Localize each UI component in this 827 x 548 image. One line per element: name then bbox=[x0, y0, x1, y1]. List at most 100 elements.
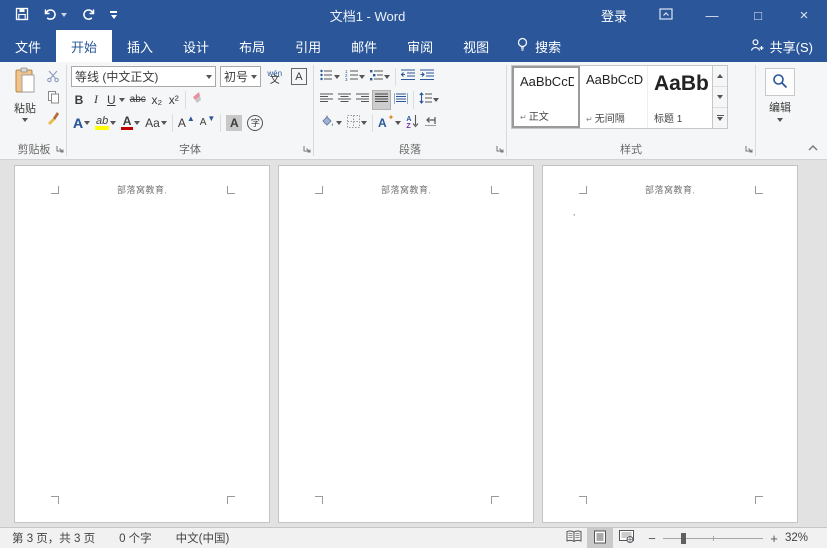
editing-group-button-label[interactable]: 编辑 bbox=[769, 99, 791, 115]
zoom-out-button[interactable]: − bbox=[647, 531, 657, 546]
read-mode-button[interactable] bbox=[561, 528, 587, 548]
justify-button[interactable] bbox=[372, 90, 391, 110]
italic-button[interactable]: I bbox=[88, 90, 104, 110]
underline-button[interactable]: U bbox=[105, 90, 127, 110]
format-painter-button[interactable] bbox=[44, 110, 62, 128]
tab-review[interactable]: 审阅 bbox=[392, 30, 448, 62]
web-layout-button[interactable] bbox=[613, 528, 639, 548]
shrink-font-button[interactable]: A▼ bbox=[198, 113, 218, 133]
tab-insert[interactable]: 插入 bbox=[112, 30, 168, 62]
tell-me-search[interactable]: 搜索 bbox=[504, 30, 573, 62]
font-dialog-launcher[interactable] bbox=[303, 142, 311, 156]
style-no-spacing[interactable]: AaBbCcDd ↵无间隔 bbox=[580, 66, 648, 128]
font-name-combo[interactable]: 等线 (中文正文) bbox=[71, 66, 216, 87]
grow-font-button[interactable]: A▲ bbox=[176, 113, 197, 133]
font-color-dropdown-arrow-icon[interactable] bbox=[134, 121, 140, 125]
clear-formatting-button[interactable] bbox=[189, 90, 209, 110]
styles-scroll-down-button[interactable] bbox=[713, 86, 727, 108]
line-spacing-button[interactable] bbox=[417, 90, 441, 110]
distribute-button[interactable] bbox=[392, 90, 410, 110]
find-button[interactable] bbox=[765, 68, 795, 96]
text-highlight-button[interactable]: ab bbox=[93, 113, 118, 133]
decrease-indent-button[interactable] bbox=[399, 67, 417, 87]
tab-layout[interactable]: 布局 bbox=[224, 30, 280, 62]
tab-file[interactable]: 文件 bbox=[0, 30, 56, 62]
underline-dropdown-arrow-icon[interactable] bbox=[119, 98, 125, 102]
tab-home[interactable]: 开始 bbox=[56, 30, 112, 62]
zoom-level[interactable]: 32% bbox=[785, 532, 819, 544]
print-layout-button[interactable] bbox=[587, 528, 613, 548]
page-2[interactable]: 部落窝教育, bbox=[278, 165, 534, 523]
undo-button[interactable] bbox=[38, 2, 72, 28]
tab-mailings[interactable]: 邮件 bbox=[336, 30, 392, 62]
editing-dropdown-arrow-icon[interactable] bbox=[777, 118, 783, 122]
share-button[interactable]: 共享(S) bbox=[736, 30, 827, 62]
enclose-characters-button[interactable]: 字 bbox=[245, 113, 265, 133]
sort-button[interactable]: A Z bbox=[404, 113, 421, 133]
superscript-button[interactable]: x² bbox=[166, 90, 182, 110]
style-heading1[interactable]: AaBb 标题 1 bbox=[648, 66, 712, 128]
highlight-dropdown-arrow-icon[interactable] bbox=[110, 121, 116, 125]
subscript-button[interactable]: x₂ bbox=[149, 90, 165, 110]
page-3[interactable]: 部落窝教育, , bbox=[542, 165, 798, 523]
document-canvas[interactable]: 部落窝教育, 部落窝教育, 部落窝教育, , bbox=[0, 160, 827, 527]
shading-button[interactable] bbox=[318, 113, 344, 133]
close-button[interactable]: × bbox=[781, 0, 827, 30]
copy-button[interactable] bbox=[44, 89, 62, 107]
character-border-button[interactable]: A bbox=[285, 67, 309, 87]
language-status[interactable]: 中文(中国) bbox=[164, 530, 242, 546]
numbering-button[interactable]: 123 bbox=[343, 67, 367, 87]
paste-dropdown-arrow-icon[interactable] bbox=[22, 118, 28, 122]
asian-layout-button[interactable]: A ✦ bbox=[376, 113, 403, 133]
redo-button[interactable] bbox=[76, 2, 101, 28]
zoom-in-button[interactable]: + bbox=[769, 531, 779, 546]
page-1[interactable]: 部落窝教育, bbox=[14, 165, 270, 523]
numbering-dropdown-arrow-icon[interactable] bbox=[359, 75, 365, 79]
tab-design[interactable]: 设计 bbox=[168, 30, 224, 62]
change-case-dropdown-arrow-icon[interactable] bbox=[161, 121, 167, 125]
multilevel-list-button[interactable] bbox=[368, 67, 392, 87]
sign-in-button[interactable]: 登录 bbox=[585, 6, 643, 25]
style-normal[interactable]: AaBbCcDd ↵正文 bbox=[512, 66, 580, 128]
styles-scroll-up-button[interactable] bbox=[713, 66, 727, 86]
tab-view[interactable]: 视图 bbox=[448, 30, 504, 62]
borders-button[interactable] bbox=[345, 113, 369, 133]
align-center-button[interactable] bbox=[336, 90, 353, 110]
show-hide-marks-button[interactable] bbox=[422, 113, 439, 133]
text-effects-dropdown-arrow-icon[interactable] bbox=[84, 121, 90, 125]
save-button[interactable] bbox=[10, 2, 34, 28]
styles-dialog-launcher[interactable] bbox=[745, 142, 753, 156]
customize-quick-access-button[interactable] bbox=[105, 2, 122, 28]
text-effects-button[interactable]: A bbox=[71, 113, 92, 133]
page-number-status[interactable]: 第 3 页，共 3 页 bbox=[0, 530, 107, 546]
multilevel-dropdown-arrow-icon[interactable] bbox=[384, 75, 390, 79]
strikethrough-button[interactable]: abc bbox=[128, 90, 148, 110]
change-case-button[interactable]: Aa bbox=[143, 113, 169, 133]
align-right-button[interactable] bbox=[354, 90, 371, 110]
paste-button[interactable]: 粘贴 bbox=[6, 65, 44, 141]
bullets-dropdown-arrow-icon[interactable] bbox=[334, 75, 340, 79]
maximize-button[interactable]: □ bbox=[735, 0, 781, 30]
bold-button[interactable]: B bbox=[71, 90, 87, 110]
zoom-slider-thumb[interactable] bbox=[681, 533, 686, 544]
minimize-button[interactable]: — bbox=[689, 0, 735, 30]
align-left-button[interactable] bbox=[318, 90, 335, 110]
collapse-ribbon-button[interactable] bbox=[807, 141, 819, 155]
font-size-combo[interactable]: 初号 bbox=[220, 66, 261, 87]
shading-dropdown-arrow-icon[interactable] bbox=[336, 121, 342, 125]
undo-dropdown-arrow-icon[interactable] bbox=[61, 13, 67, 17]
bullets-button[interactable] bbox=[318, 67, 342, 87]
character-shading-button[interactable]: A bbox=[224, 113, 244, 133]
line-spacing-dropdown-arrow-icon[interactable] bbox=[433, 98, 439, 102]
phonetic-guide-button[interactable]: wén 文 bbox=[262, 67, 284, 87]
cut-button[interactable] bbox=[44, 68, 62, 86]
clipboard-dialog-launcher[interactable] bbox=[56, 142, 64, 156]
paragraph-dialog-launcher[interactable] bbox=[496, 142, 504, 156]
font-color-button[interactable]: A bbox=[119, 113, 142, 133]
asian-layout-dropdown-arrow-icon[interactable] bbox=[395, 121, 401, 125]
ribbon-display-options-button[interactable] bbox=[643, 0, 689, 30]
borders-dropdown-arrow-icon[interactable] bbox=[361, 121, 367, 125]
word-count-status[interactable]: 0 个字 bbox=[107, 530, 164, 546]
increase-indent-button[interactable] bbox=[418, 67, 436, 87]
zoom-slider[interactable] bbox=[663, 533, 763, 544]
